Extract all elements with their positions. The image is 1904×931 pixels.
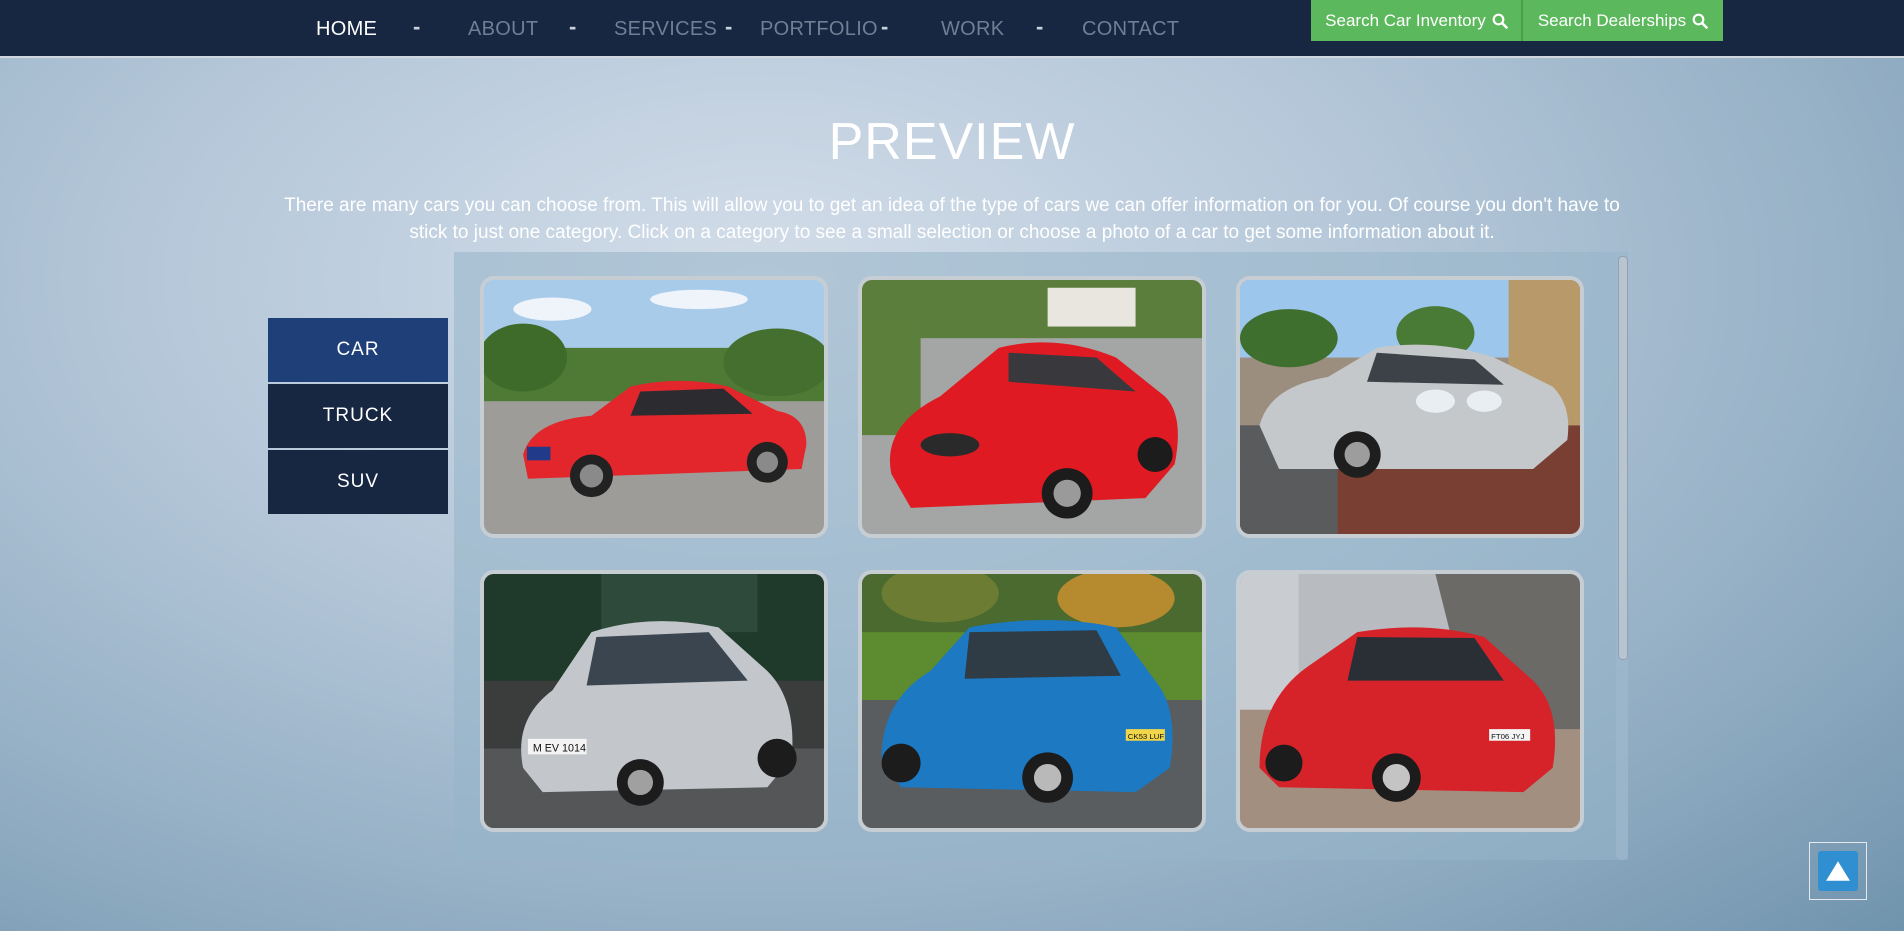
car-photo[interactable] bbox=[1236, 276, 1584, 538]
car-photo[interactable]: M EV 1014 bbox=[480, 570, 828, 832]
car-photo-image bbox=[484, 280, 824, 534]
search-icon bbox=[1692, 13, 1708, 29]
nav-portfolio[interactable]: PORTFOLIO bbox=[760, 18, 878, 41]
search-dealerships-label: Search Dealerships bbox=[1537, 10, 1687, 30]
nav-separator: - bbox=[725, 14, 733, 39]
category-tab-suv[interactable]: SUV bbox=[268, 450, 448, 514]
category-tab-car[interactable]: CAR bbox=[268, 318, 448, 382]
page-title: PREVIEW bbox=[828, 113, 1076, 171]
car-photo[interactable] bbox=[480, 276, 828, 538]
nav-home[interactable]: HOME bbox=[316, 18, 377, 41]
car-photo[interactable] bbox=[858, 276, 1206, 538]
car-photo-image: CK53 LUF bbox=[862, 574, 1202, 828]
nav-separator: - bbox=[413, 14, 421, 39]
nav-about[interactable]: ABOUT bbox=[468, 18, 538, 41]
search-car-inventory-button[interactable]: Search Car Inventory bbox=[1311, 0, 1522, 41]
license-plate-text: M EV 1014 bbox=[533, 742, 586, 754]
nav-separator: - bbox=[881, 14, 889, 39]
car-photo-image: M EV 1014 bbox=[484, 574, 824, 828]
arrow-up-icon bbox=[1826, 861, 1850, 881]
search-icon bbox=[1492, 13, 1508, 29]
license-plate-text: CK53 LUF bbox=[1128, 732, 1165, 741]
gallery-scrollbar-thumb[interactable] bbox=[1618, 256, 1628, 660]
car-photo-image bbox=[1240, 280, 1580, 534]
nav-separator: - bbox=[569, 14, 577, 39]
search-car-inventory-label: Search Car Inventory bbox=[1325, 10, 1486, 30]
car-photo[interactable]: FT06 JYJ bbox=[1236, 570, 1584, 832]
category-tab-truck[interactable]: TRUCK bbox=[268, 384, 448, 448]
car-photo-image: FT06 JYJ bbox=[1240, 574, 1580, 828]
gallery-panel: M EV 1014 CK53 LUF FT06 JYJ bbox=[454, 252, 1628, 860]
nav-work[interactable]: WORK bbox=[941, 18, 1004, 41]
car-photo-image bbox=[862, 280, 1202, 534]
back-to-top-button[interactable] bbox=[1809, 842, 1867, 900]
nav-separator: - bbox=[1036, 14, 1044, 39]
nav-contact[interactable]: CONTACT bbox=[1082, 18, 1179, 41]
search-dealerships-button[interactable]: Search Dealerships bbox=[1523, 0, 1723, 41]
top-navbar: HOME - ABOUT - SERVICES - PORTFOLIO - WO… bbox=[0, 0, 1904, 58]
intro-text: There are many cars you can choose from.… bbox=[284, 195, 1620, 243]
license-plate-text: FT06 JYJ bbox=[1491, 732, 1524, 741]
nav-services[interactable]: SERVICES bbox=[614, 18, 717, 41]
car-photo[interactable]: CK53 LUF bbox=[858, 570, 1206, 832]
back-to-top-inner bbox=[1818, 851, 1858, 891]
